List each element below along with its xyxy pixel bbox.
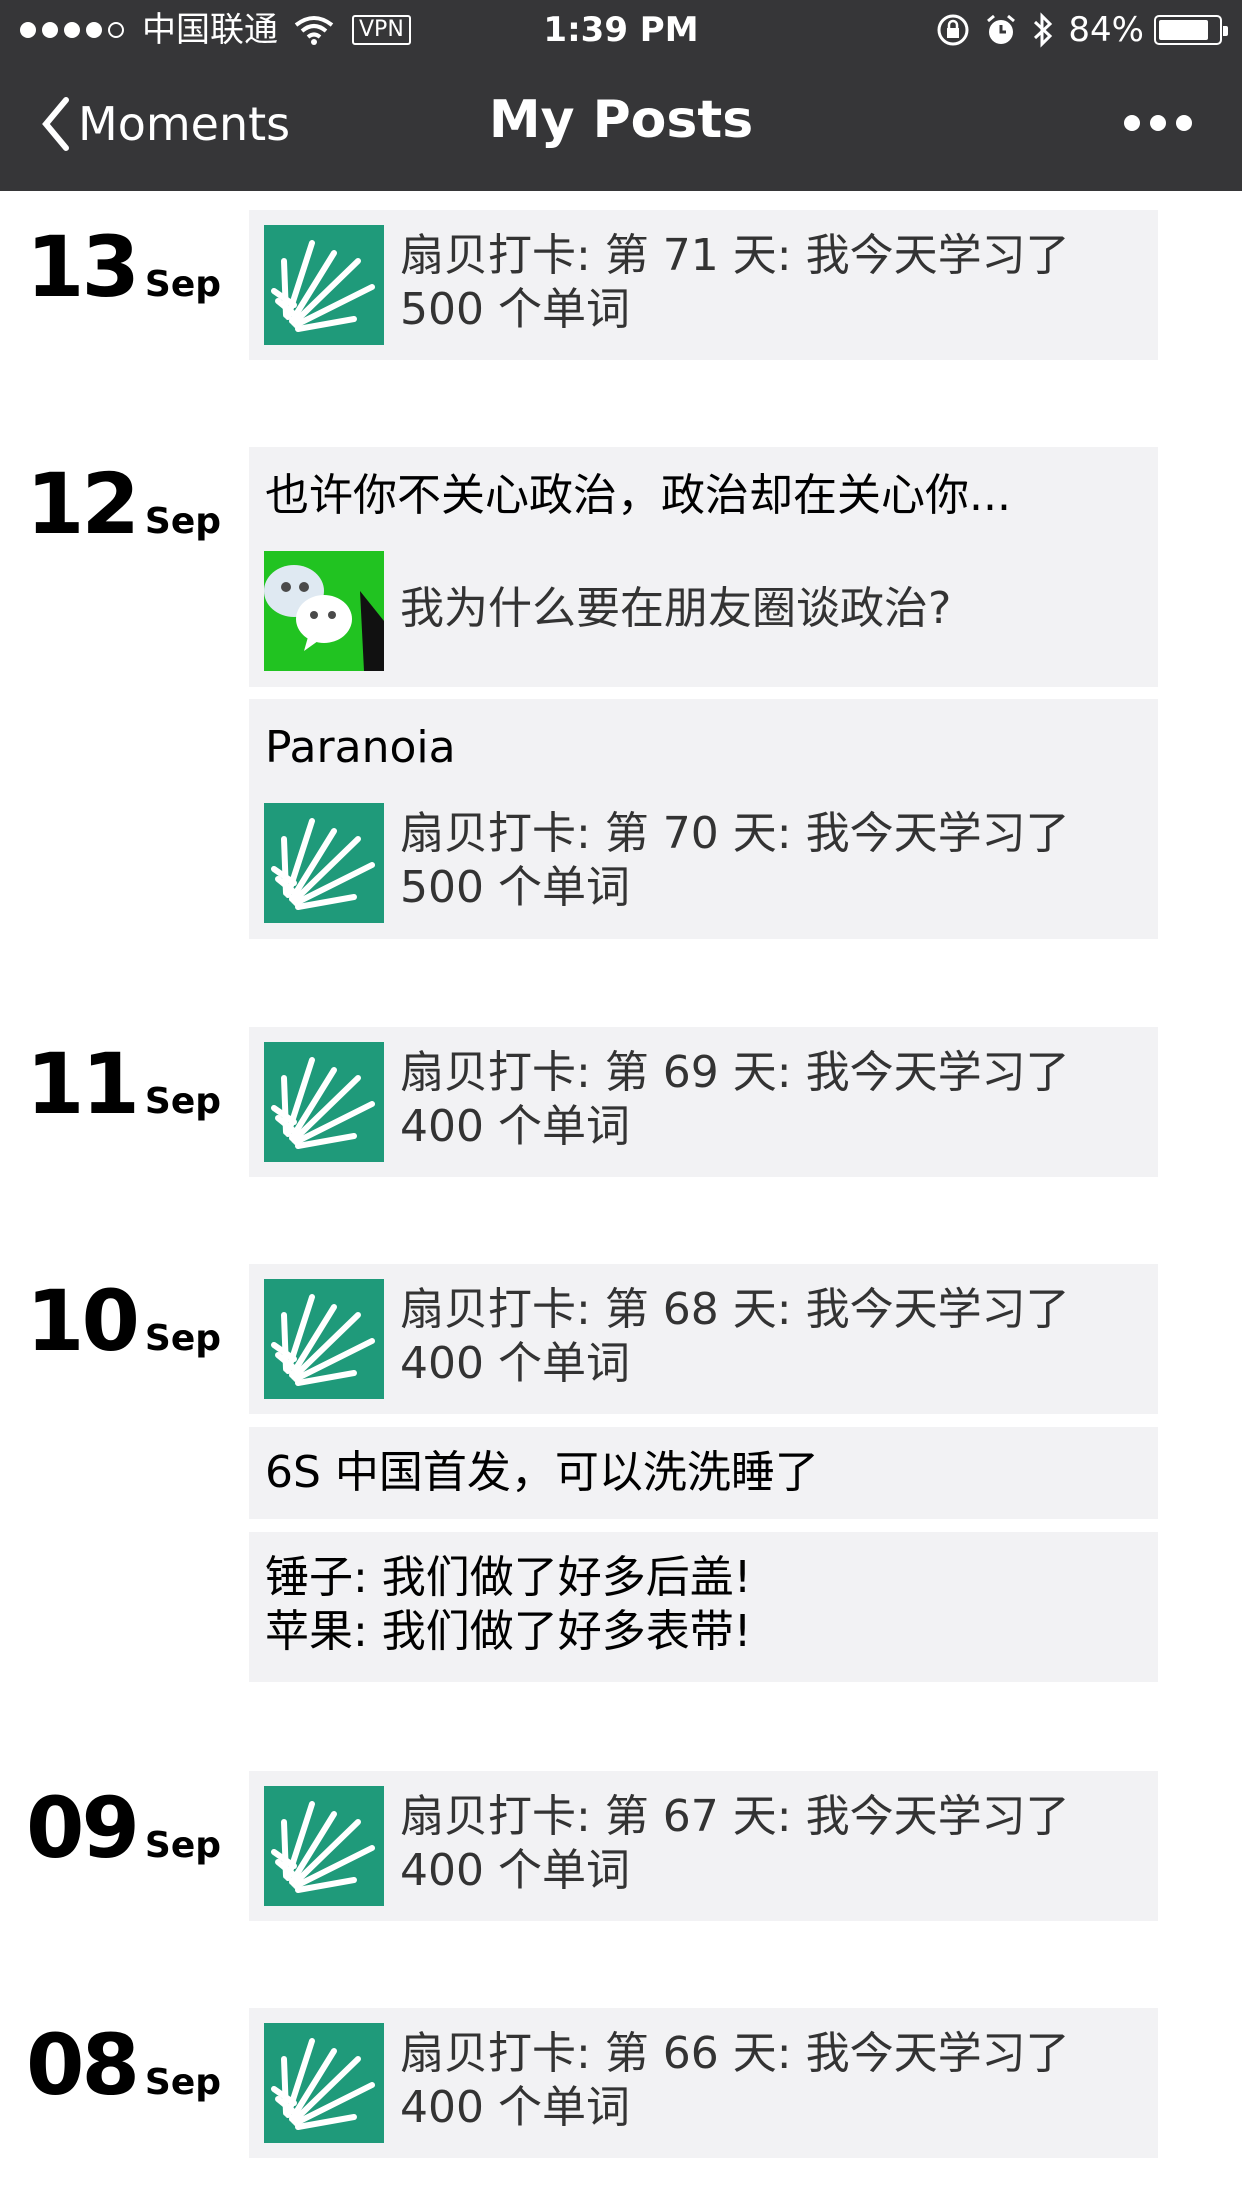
alarm-icon <box>987 14 1016 44</box>
date-label: 11 Sep <box>26 1036 221 1132</box>
shanbay-icon <box>264 2023 384 2143</box>
post-card[interactable]: 6S 中国首发，可以洗洗睡了 <box>249 1427 1158 1519</box>
post-card[interactable]: 扇贝打卡: 第 69 天: 我今天学习了 400 个单词 <box>249 1027 1158 1177</box>
shanbay-icon <box>264 1042 384 1162</box>
date-day: 08 <box>26 2016 140 2114</box>
link-title: 扇贝打卡: 第 69 天: 我今天学习了 400 个单词 <box>400 1047 1070 1152</box>
date-label: 10 Sep <box>26 1273 221 1369</box>
date-month: Sep <box>144 501 222 542</box>
date-label: 09 Sep <box>26 1780 221 1876</box>
post-card[interactable]: Paranoia 扇贝打卡: 第 70 天: 我今天学习了 500 个单词 <box>249 699 1158 939</box>
date-label: 08 Sep <box>26 2017 221 2113</box>
date-day: 09 <box>26 1779 140 1877</box>
link-title: 扇贝打卡: 第 67 天: 我今天学习了 400 个单词 <box>400 1791 1070 1896</box>
date-day: 13 <box>26 218 140 316</box>
shanbay-icon <box>264 1279 384 1399</box>
status-bar: 中国联通 VPN 1:39 PM 84% <box>0 0 1242 60</box>
date-month: Sep <box>144 264 222 305</box>
date-day: 11 <box>26 1035 140 1133</box>
post-card[interactable]: 扇贝打卡: 第 71 天: 我今天学习了 500 个单词 <box>249 210 1158 360</box>
post-card[interactable]: 也许你不关心政治，政治却在关心你... 我为什么要在朋友圈谈政治? <box>249 447 1158 687</box>
date-month: Sep <box>144 1318 222 1359</box>
date-day: 10 <box>26 1272 140 1370</box>
date-label: 12 Sep <box>26 456 221 552</box>
link-title: 扇贝打卡: 第 71 天: 我今天学习了 500 个单词 <box>400 230 1070 335</box>
date-month: Sep <box>144 1825 222 1866</box>
post-text: 6S 中国首发，可以洗洗睡了 <box>265 1447 819 1498</box>
post-card[interactable]: 扇贝打卡: 第 67 天: 我今天学习了 400 个单词 <box>249 1771 1158 1921</box>
date-day: 12 <box>26 455 140 553</box>
rotation-lock-icon <box>937 14 969 46</box>
shanbay-icon <box>264 803 384 923</box>
page-title: My Posts <box>488 90 754 150</box>
post-card[interactable]: 扇贝打卡: 第 68 天: 我今天学习了 400 个单词 <box>249 1264 1158 1414</box>
link-title: 扇贝打卡: 第 70 天: 我今天学习了 500 个单词 <box>400 808 1070 913</box>
battery-icon <box>1154 15 1228 45</box>
wechat-icon <box>264 551 384 671</box>
shanbay-icon <box>264 1786 384 1906</box>
more-icon <box>1124 115 1140 131</box>
post-caption: Paranoia <box>265 722 456 773</box>
post-card[interactable]: 扇贝打卡: 第 66 天: 我今天学习了 400 个单词 <box>249 2008 1158 2158</box>
bluetooth-icon <box>1034 12 1053 48</box>
post-caption: 也许你不关心政治，政治却在关心你... <box>265 470 1011 521</box>
date-label: 13 Sep <box>26 219 221 315</box>
more-button[interactable] <box>1114 115 1192 131</box>
post-card[interactable]: 锤子: 我们做了好多后盖! 苹果: 我们做了好多表带! <box>249 1532 1158 1682</box>
header: 中国联通 VPN 1:39 PM 84% Moments My Posts <box>0 0 1242 191</box>
date-month: Sep <box>144 2062 222 2103</box>
nav-bar: Moments My Posts <box>0 60 1242 191</box>
status-right: 84% <box>936 0 1228 60</box>
date-month: Sep <box>144 1081 222 1122</box>
shanbay-icon <box>264 225 384 345</box>
link-title: 扇贝打卡: 第 68 天: 我今天学习了 400 个单词 <box>400 1284 1070 1389</box>
link-title: 扇贝打卡: 第 66 天: 我今天学习了 400 个单词 <box>400 2028 1070 2133</box>
post-text: 锤子: 我们做了好多后盖! 苹果: 我们做了好多表带! <box>265 1552 752 1657</box>
battery-fill <box>1159 20 1208 40</box>
link-title: 我为什么要在朋友圈谈政治? <box>400 583 952 634</box>
battery-percent: 84% <box>1068 10 1144 50</box>
